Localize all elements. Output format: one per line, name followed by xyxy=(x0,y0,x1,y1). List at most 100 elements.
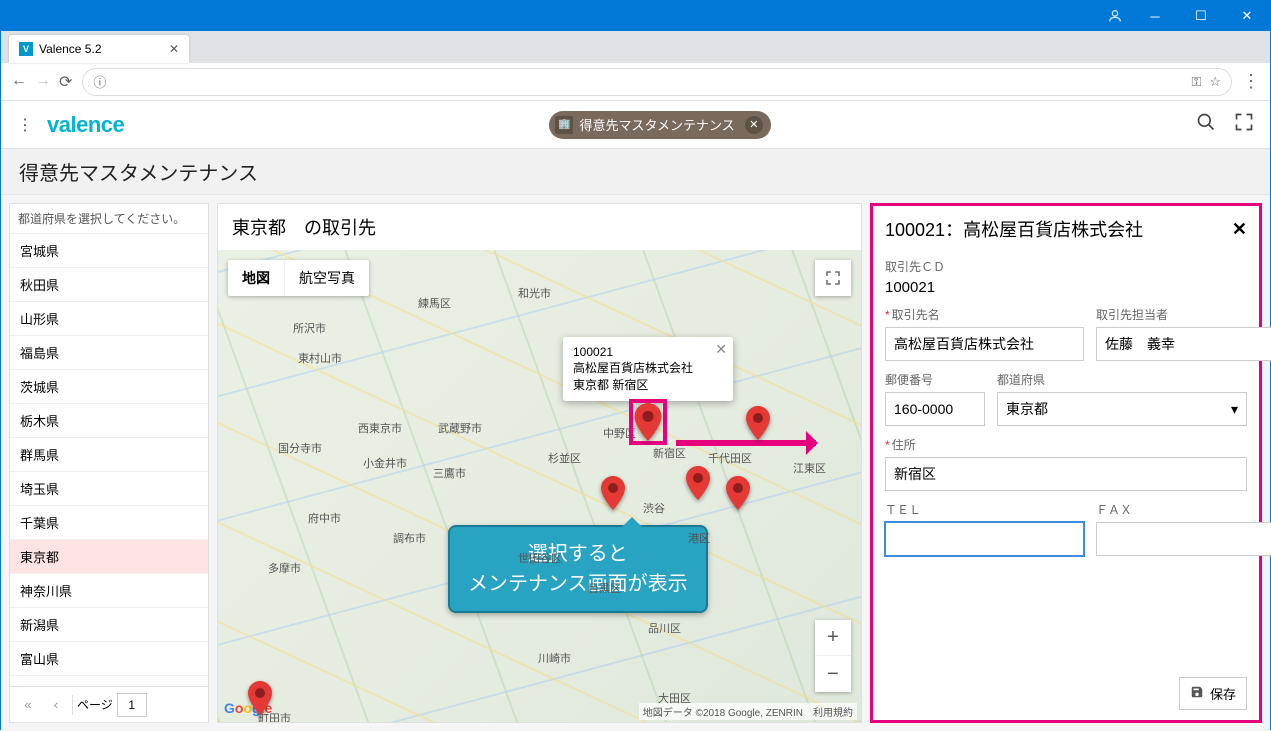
window-titlebar: ─ ☐ ✕ xyxy=(1,1,1270,31)
info-addr: 東京都 新宿区 xyxy=(573,376,705,393)
url-input[interactable]: ⓘ ⚿ ☆ xyxy=(82,68,1232,96)
map-pin[interactable] xyxy=(601,476,625,510)
callout-line1: 選択すると xyxy=(468,539,688,569)
maximize-button[interactable]: ☐ xyxy=(1178,1,1224,31)
save-button[interactable]: 保存 xyxy=(1179,677,1247,710)
tab-favicon: V xyxy=(19,42,33,56)
map-pin[interactable] xyxy=(248,681,272,715)
map-fullscreen-button[interactable] xyxy=(815,260,851,296)
close-window-button[interactable]: ✕ xyxy=(1224,1,1270,31)
pager-first-button[interactable]: « xyxy=(16,693,40,717)
map-place-label: 三鷹市 xyxy=(433,465,466,481)
info-name: 高松屋百貨店株式会社 xyxy=(573,359,705,376)
label-fax: ＦＡＸ xyxy=(1096,501,1271,518)
sidebar-item[interactable]: 栃木県 xyxy=(10,404,208,438)
app-header: ⋮ valence 🏢 得意先マスタメンテナンス ✕ xyxy=(1,101,1270,149)
map-place-label: 江東区 xyxy=(793,460,826,476)
zoom-in-button[interactable]: + xyxy=(815,620,851,656)
map-pin[interactable] xyxy=(746,406,770,440)
sidebar-item[interactable]: 千葉県 xyxy=(10,506,208,540)
breadcrumb-chip[interactable]: 🏢 得意先マスタメンテナンス ✕ xyxy=(549,111,770,139)
sidebar-item[interactable]: 秋田県 xyxy=(10,268,208,302)
star-icon[interactable]: ☆ xyxy=(1209,74,1221,90)
building-icon: 🏢 xyxy=(555,116,573,134)
annotation-arrow xyxy=(676,440,816,446)
map-place-label: 武蔵野市 xyxy=(438,420,482,436)
map-panel: 東京都 の取引先 地図 航空写真 + − Google 地図データ ©2018 … xyxy=(217,203,862,723)
sidebar-item[interactable]: 石川県 xyxy=(10,676,208,686)
prefecture-list[interactable]: 宮城県秋田県山形県福島県茨城県栃木県群馬県埼玉県千葉県東京都神奈川県新潟県富山県… xyxy=(10,234,208,686)
sidebar-item[interactable]: 新潟県 xyxy=(10,608,208,642)
map-place-label: 品川区 xyxy=(648,620,681,636)
map-place-label: 小金井市 xyxy=(363,455,407,471)
sidebar-item[interactable]: 茨城県 xyxy=(10,370,208,404)
main-layout: 都道府県を選択してください。 宮城県秋田県山形県福島県茨城県栃木県群馬県埼玉県千… xyxy=(1,195,1270,731)
label-zip: 郵便番号 xyxy=(885,371,985,388)
map-type-control: 地図 航空写真 xyxy=(228,260,369,296)
map-attribution: 地図データ ©2018 Google, ZENRIN 利用規約 xyxy=(639,703,857,720)
map-place-label: 府中市 xyxy=(308,510,341,526)
sidebar-hint: 都道府県を選択してください。 xyxy=(10,204,208,234)
browser-address-bar: ← → ⟳ ⓘ ⚿ ☆ ⋮ xyxy=(1,63,1270,101)
sidebar-item[interactable]: 東京都 xyxy=(10,540,208,574)
map-place-label: 杉並区 xyxy=(548,450,581,466)
sidebar-item[interactable]: 神奈川県 xyxy=(10,574,208,608)
sidebar-item[interactable]: 福島県 xyxy=(10,336,208,370)
info-window-close-icon[interactable]: ✕ xyxy=(715,341,727,358)
browser-tab-strip: V Valence 5.2 ✕ xyxy=(1,31,1270,63)
app-menu-button[interactable]: ⋮ xyxy=(17,115,33,135)
sidebar-item[interactable]: 山形県 xyxy=(10,302,208,336)
user-icon[interactable] xyxy=(1098,8,1132,24)
back-button[interactable]: ← xyxy=(11,72,27,92)
label-pref: 都道府県 xyxy=(997,371,1247,388)
map-pin[interactable] xyxy=(629,399,667,445)
key-icon[interactable]: ⚿ xyxy=(1191,74,1201,90)
select-pref[interactable]: 東京都▾ xyxy=(997,392,1247,426)
save-label: 保存 xyxy=(1210,684,1236,703)
browser-tab[interactable]: V Valence 5.2 ✕ xyxy=(9,35,189,63)
map-place-label: 多摩市 xyxy=(268,560,301,576)
sidebar-item[interactable]: 富山県 xyxy=(10,642,208,676)
pager-page-input[interactable] xyxy=(117,693,147,717)
input-zip[interactable] xyxy=(885,392,985,426)
chevron-down-icon: ▾ xyxy=(1231,401,1238,418)
sidebar-item[interactable]: 群馬県 xyxy=(10,438,208,472)
brand-logo: valence xyxy=(47,112,124,138)
label-addr: *住所 xyxy=(885,436,1247,453)
input-addr[interactable] xyxy=(885,457,1247,491)
input-name[interactable] xyxy=(885,327,1084,361)
reload-button[interactable]: ⟳ xyxy=(59,72,72,92)
tab-close-icon[interactable]: ✕ xyxy=(169,42,179,56)
fullscreen-icon[interactable] xyxy=(1234,112,1254,137)
map-place-label: 国分寺市 xyxy=(278,440,322,456)
sidebar-item[interactable]: 埼玉県 xyxy=(10,472,208,506)
input-fax[interactable] xyxy=(1096,522,1271,556)
input-tel[interactable] xyxy=(885,522,1084,556)
map-pin[interactable] xyxy=(726,476,750,510)
map-zoom-control: + − xyxy=(815,620,851,692)
detail-close-button[interactable]: ✕ xyxy=(1232,219,1247,240)
sidebar-item[interactable]: 宮城県 xyxy=(10,234,208,268)
map-place-label: 練馬区 xyxy=(418,295,451,311)
chip-close-icon[interactable]: ✕ xyxy=(745,116,763,134)
minimize-button[interactable]: ─ xyxy=(1132,1,1178,31)
browser-menu-button[interactable]: ⋮ xyxy=(1242,71,1260,92)
map-canvas[interactable]: 地図 航空写真 + − Google 地図データ ©2018 Google, Z… xyxy=(218,250,861,722)
input-contact[interactable] xyxy=(1096,327,1271,361)
forward-button[interactable]: → xyxy=(35,72,51,92)
zoom-out-button[interactable]: − xyxy=(815,656,851,692)
map-panel-title: 東京都 の取引先 xyxy=(218,204,861,250)
pager-prev-button[interactable]: ‹ xyxy=(44,693,68,717)
value-code: 100021 xyxy=(885,279,1247,296)
info-code: 100021 xyxy=(573,345,705,359)
map-pin[interactable] xyxy=(686,466,710,500)
map-type-satellite[interactable]: 航空写真 xyxy=(285,260,369,296)
tab-title: Valence 5.2 xyxy=(39,42,102,56)
callout-line2: メンテナンス画面が表示 xyxy=(468,569,688,599)
chip-label: 得意先マスタメンテナンス xyxy=(579,115,734,134)
label-contact: 取引先担当者 xyxy=(1096,306,1271,323)
search-icon[interactable] xyxy=(1196,112,1216,137)
map-type-map[interactable]: 地図 xyxy=(228,260,285,296)
label-tel: ＴＥＬ xyxy=(885,501,1084,518)
map-place-label: 川崎市 xyxy=(538,650,571,666)
